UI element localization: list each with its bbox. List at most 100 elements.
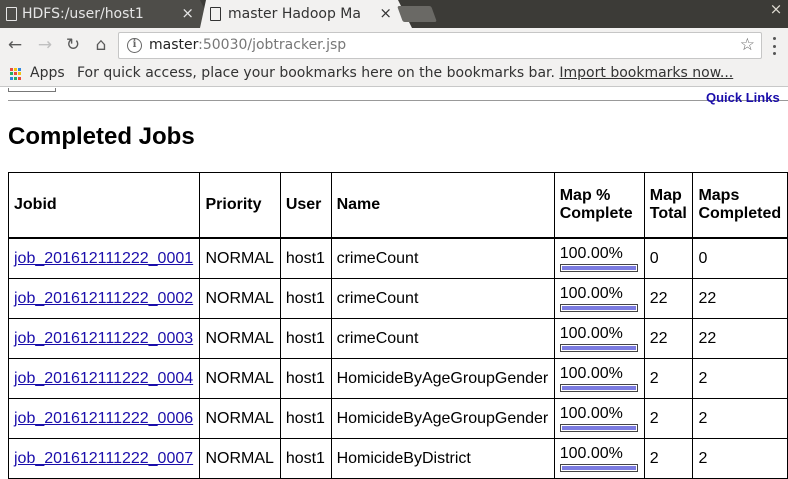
progress-bar-fill	[561, 465, 636, 470]
progress-bar-fill	[561, 385, 636, 390]
job-link[interactable]: job_201612111222_0007	[14, 450, 193, 467]
user-cell: host1	[280, 359, 332, 399]
map-pct-cell: 100.00%	[554, 239, 645, 279]
tab-close-icon[interactable]: ×	[181, 4, 194, 22]
name-cell: HomicideByAgeGroupGender	[331, 399, 555, 439]
address-bar[interactable]: i master:50030/jobtracker.jsp ☆	[118, 32, 762, 59]
completed-jobs-table: Jobid Priority User Name Map % Complete M…	[8, 172, 788, 479]
user-cell: host1	[280, 399, 332, 439]
header-line: Total	[649, 205, 687, 222]
new-tab-button[interactable]	[397, 6, 437, 22]
table-row: job_201612111222_0007 NORMAL host1 Homicide…	[9, 439, 788, 479]
job-link[interactable]: job_201612111222_0002	[14, 290, 193, 307]
tab-strip: HDFS:/user/host1 × master Hadoop Ma × ×	[0, 0, 788, 28]
table-row: job_201612111222_0006 NORMAL host1 Homicide…	[9, 399, 788, 439]
reload-icon[interactable]: ↻	[62, 34, 84, 56]
map-pct-cell: 100.00%	[554, 279, 645, 319]
column-header-priority: Priority	[200, 173, 281, 239]
job-link[interactable]: job_201612111222_0001	[14, 250, 193, 267]
map-pct-text: 100.00%	[559, 284, 623, 302]
jobid-cell: job_201612111222_0006	[9, 399, 201, 439]
jobid-cell: job_201612111222_0004	[9, 359, 201, 399]
page-content: Quick Links Completed Jobs Jobid Priorit…	[0, 88, 788, 479]
priority-cell: NORMAL	[200, 399, 281, 439]
progress-bar	[559, 303, 638, 312]
map-pct-text: 100.00%	[559, 324, 623, 342]
progress-bar	[559, 263, 638, 272]
bookmarks-bar: Apps For quick access, place your bookma…	[0, 63, 788, 87]
table-row: job_201612111222_0003 NORMAL host1 crimeCou…	[9, 319, 788, 359]
maps-completed-cell: 0	[693, 239, 788, 279]
jobid-cell: job_201612111222_0002	[9, 279, 201, 319]
apps-shortcut[interactable]: Apps	[30, 65, 65, 81]
progress-bar-fill	[561, 265, 636, 270]
maps-completed-cell: 22	[693, 319, 788, 359]
url-host: master	[149, 37, 199, 53]
map-total-cell: 0	[644, 239, 694, 279]
kebab-menu-icon[interactable]	[773, 37, 777, 55]
map-pct-text: 100.00%	[559, 364, 623, 382]
bookmarks-hint: For quick access, place your bookmarks h…	[77, 65, 733, 81]
name-cell: crimeCount	[331, 319, 555, 359]
clipped-box	[8, 88, 56, 92]
column-header-user: User	[280, 173, 332, 239]
table-row: job_201612111222_0004 NORMAL host1 Homicide…	[9, 359, 788, 399]
star-icon[interactable]: ☆	[740, 35, 755, 55]
column-header-maps-completed: Maps Completed	[693, 173, 788, 239]
priority-cell: NORMAL	[200, 239, 281, 279]
column-header-jobid: Jobid	[9, 173, 201, 239]
home-icon[interactable]: ⌂	[90, 34, 112, 56]
progress-bar-fill	[561, 345, 636, 350]
header-line: Complete	[559, 205, 633, 222]
user-cell: host1	[280, 439, 332, 479]
divider	[8, 100, 788, 101]
column-header-map-total: Map Total	[644, 173, 694, 239]
map-pct-cell: 100.00%	[554, 439, 645, 479]
back-icon[interactable]: ←	[4, 34, 26, 56]
tab-hdfs[interactable]: HDFS:/user/host1 ×	[0, 0, 214, 28]
job-link[interactable]: job_201612111222_0004	[14, 370, 193, 387]
progress-bar	[559, 463, 638, 472]
map-pct-cell: 100.00%	[554, 399, 645, 439]
quick-links-link[interactable]: Quick Links	[706, 90, 780, 105]
maps-completed-cell: 2	[693, 439, 788, 479]
map-total-cell: 2	[644, 359, 694, 399]
import-bookmarks-link[interactable]: Import bookmarks now...	[559, 65, 733, 81]
tab-close-icon[interactable]: ×	[379, 4, 392, 22]
column-header-name: Name	[331, 173, 555, 239]
job-link[interactable]: job_201612111222_0003	[14, 330, 193, 347]
map-pct-text: 100.00%	[559, 244, 623, 262]
info-icon[interactable]: i	[127, 38, 142, 53]
progress-bar-fill	[561, 425, 636, 430]
name-cell: crimeCount	[331, 279, 555, 319]
document-icon	[210, 7, 221, 21]
map-total-cell: 2	[644, 439, 694, 479]
maps-completed-cell: 2	[693, 359, 788, 399]
progress-bar	[559, 343, 638, 352]
bookmarks-hint-text: For quick access, place your bookmarks h…	[77, 65, 555, 81]
forward-icon[interactable]: →	[34, 34, 56, 56]
progress-bar	[559, 423, 638, 432]
tab-title: master Hadoop Ma	[228, 6, 361, 22]
user-cell: host1	[280, 319, 332, 359]
url-text[interactable]: master:50030/jobtracker.jsp	[149, 37, 346, 53]
map-pct-text: 100.00%	[559, 404, 623, 422]
header-line: Completed	[698, 205, 782, 222]
jobid-cell: job_201612111222_0003	[9, 319, 201, 359]
page-title: Completed Jobs	[8, 123, 195, 150]
tab-jobtracker[interactable]: master Hadoop Ma ×	[200, 0, 412, 28]
map-total-cell: 22	[644, 319, 694, 359]
job-link[interactable]: job_201612111222_0006	[14, 410, 193, 427]
priority-cell: NORMAL	[200, 439, 281, 479]
apps-grid-icon[interactable]	[10, 68, 22, 80]
name-cell: HomicideByDistrict	[331, 439, 555, 479]
table-row: job_201612111222_0001 NORMAL host1 crimeCou…	[9, 239, 788, 279]
column-header-map-pct: Map % Complete	[554, 173, 645, 239]
jobid-cell: job_201612111222_0007	[9, 439, 201, 479]
table-row: job_201612111222_0002 NORMAL host1 crimeCou…	[9, 279, 788, 319]
user-cell: host1	[280, 239, 332, 279]
maps-completed-cell: 22	[693, 279, 788, 319]
header-line: Map	[649, 187, 682, 204]
window-close-icon[interactable]: ×	[764, 0, 788, 18]
name-cell: HomicideByAgeGroupGender	[331, 359, 555, 399]
